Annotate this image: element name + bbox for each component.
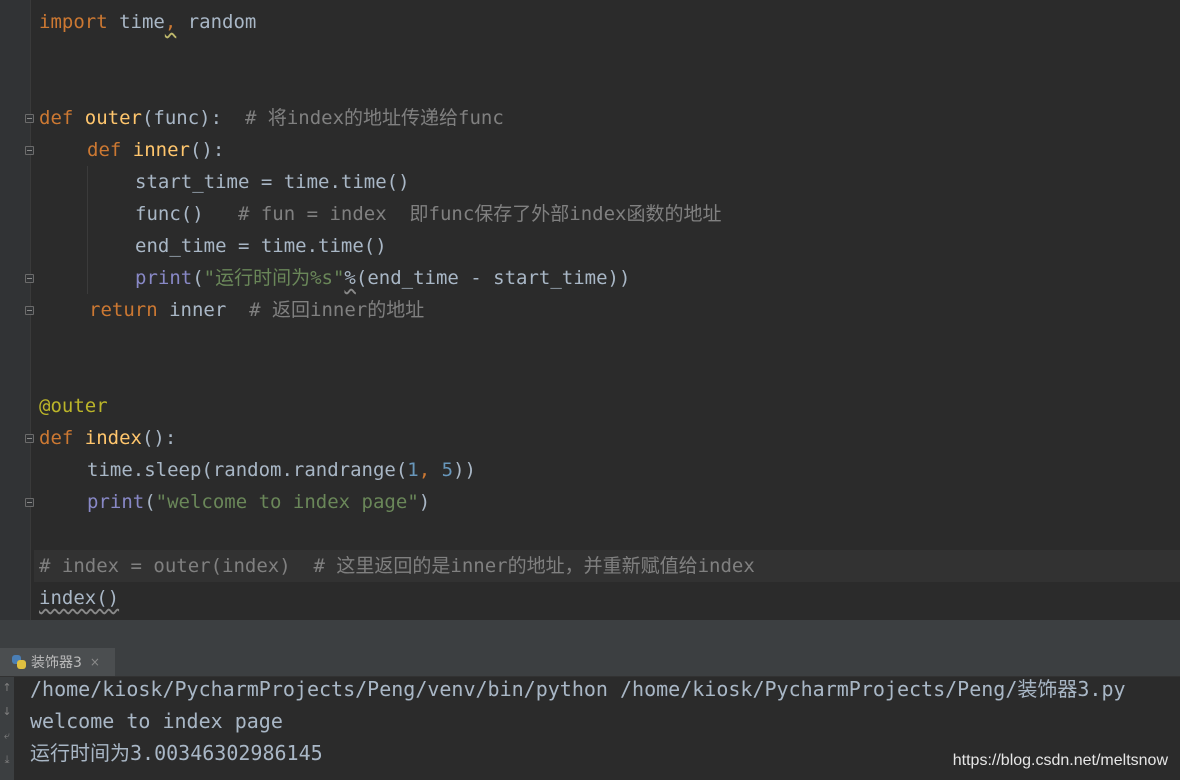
token-text: ( — [192, 267, 204, 289]
token-text: index() — [39, 587, 120, 609]
code-line-19[interactable]: index() — [39, 582, 1180, 614]
code-line-15[interactable]: time.sleep(random.randrange(1, 5)) — [39, 454, 1180, 486]
code-line-14[interactable]: def index(): — [39, 422, 1180, 454]
token-text: inner — [157, 299, 250, 321]
token-comment: # 返回inner的地址 — [249, 299, 425, 321]
code-line-8[interactable]: end_time = time.time() — [39, 230, 1180, 262]
fold-toggle-icon[interactable] — [25, 434, 34, 443]
close-icon[interactable]: × — [90, 655, 100, 669]
token-text: start_time = time.time() — [135, 171, 410, 193]
token-text: time.sleep(random.randrange( — [87, 459, 408, 481]
token-text: (end_time - start_time)) — [355, 267, 631, 289]
panel-divider[interactable] — [0, 620, 1180, 648]
code-line-13[interactable]: @outer — [39, 390, 1180, 422]
run-tab-label: 装饰器3 — [31, 655, 82, 671]
token-function-name: index — [84, 427, 142, 449]
token-text: random — [176, 11, 257, 33]
code-editor[interactable]: import time, random def outer(func): # 将… — [0, 0, 1180, 620]
token-text: ) — [418, 491, 431, 513]
code-line-1[interactable]: import time, random — [39, 6, 1180, 38]
fold-toggle-icon[interactable] — [25, 146, 34, 155]
token-number: 1 — [407, 459, 419, 481]
token-text: (func): — [141, 107, 245, 129]
code-line-5[interactable]: def inner(): — [39, 134, 1180, 166]
token-builtin: print — [135, 267, 193, 289]
token-text: (): — [141, 427, 177, 449]
code-line-6[interactable]: start_time = time.time() — [39, 166, 1180, 198]
token-function-name: inner — [132, 139, 190, 161]
token-keyword: def — [39, 427, 74, 449]
token-keyword: def — [87, 139, 122, 161]
fold-end-icon[interactable] — [25, 274, 34, 283]
token-comment: # 将index的地址传递给func — [244, 107, 504, 129]
code-line-4[interactable]: def outer(func): # 将index的地址传递给func — [39, 102, 1180, 134]
token-function-name: outer — [84, 107, 142, 129]
code-line-9[interactable]: print("运行时间为%s"%(end_time - start_time)) — [39, 262, 1180, 294]
token-keyword: import — [39, 11, 108, 33]
console-toolbar: ↑ ↓ ⤶ ⤓ — [0, 677, 14, 780]
token-text: func() — [135, 203, 238, 225]
token-string: "welcome to index page" — [155, 491, 419, 513]
arrow-down-icon[interactable]: ↓ — [1, 705, 13, 719]
fold-end-icon[interactable] — [25, 498, 34, 507]
code-line-10[interactable]: return inner # 返回inner的地址 — [39, 294, 1180, 326]
token-keyword: return — [89, 299, 158, 321]
fold-toggle-icon[interactable] — [25, 114, 34, 123]
run-tab[interactable]: 装饰器3 × — [0, 648, 115, 676]
scroll-to-end-icon[interactable]: ⤓ — [1, 753, 13, 767]
wrap-icon[interactable]: ⤶ — [1, 729, 13, 743]
code-line-7[interactable]: func() # fun = index 即func保存了外部index函数的地… — [39, 198, 1180, 230]
token-keyword: def — [39, 107, 74, 129]
token-warning: % — [344, 267, 356, 289]
token-text: time — [107, 11, 165, 33]
token-number: 5 — [441, 459, 454, 481]
token-comment: # index = outer(index) # 这里返回的是inner的地址，… — [39, 555, 755, 577]
token-text: )) — [453, 459, 476, 481]
console-output-line: /home/kiosk/PycharmProjects/Peng/venv/bi… — [30, 677, 1126, 701]
console-output-line: 运行时间为3.00346302986145 — [30, 741, 323, 765]
watermark: https://blog.csdn.net/meltsnow — [952, 752, 1168, 769]
code-line-16[interactable]: print("welcome to index page") — [39, 486, 1180, 518]
editor-gutter — [0, 0, 34, 620]
token-warning: , — [164, 11, 177, 33]
token-decorator: @outer — [39, 395, 108, 417]
token-text: (): — [189, 139, 225, 161]
token-string: "运行时间为%s" — [203, 267, 345, 289]
fold-end-icon[interactable] — [25, 306, 34, 315]
console-output-line: welcome to index page — [30, 709, 283, 733]
token-punct: , — [418, 459, 442, 481]
code-line-18[interactable]: # index = outer(index) # 这里返回的是inner的地址，… — [34, 550, 1180, 582]
token-text: ( — [144, 491, 156, 513]
token-text: end_time = time.time() — [135, 235, 387, 257]
token-builtin: print — [87, 491, 145, 513]
arrow-up-icon[interactable]: ↑ — [1, 681, 13, 695]
python-icon — [12, 655, 26, 669]
token-comment: # fun = index 即func保存了外部index函数的地址 — [237, 203, 722, 225]
